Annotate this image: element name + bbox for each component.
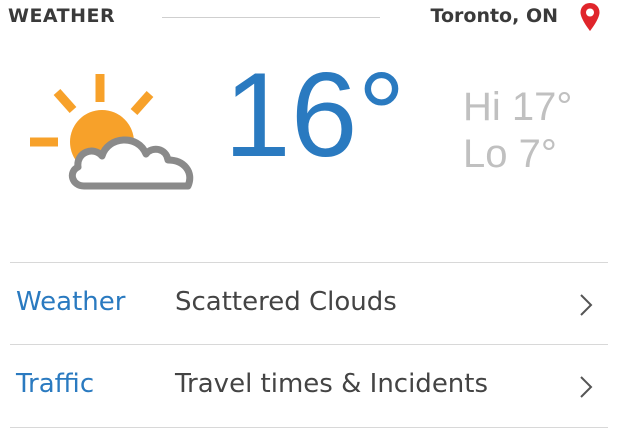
map-pin-icon[interactable] <box>579 2 601 32</box>
weather-row[interactable]: Weather Scattered Clouds <box>10 262 608 345</box>
chevron-right-icon[interactable] <box>578 375 594 399</box>
chevron-right-icon[interactable] <box>578 293 594 317</box>
weather-row-label: Weather <box>16 287 126 317</box>
header-divider <box>162 17 380 18</box>
low-temperature: Lo 7° <box>463 132 557 176</box>
traffic-row-label: Traffic <box>16 369 95 399</box>
section-title: WEATHER <box>8 5 116 27</box>
traffic-row-value: Travel times & Incidents <box>175 369 489 399</box>
current-temperature: 16° <box>224 48 406 182</box>
traffic-row[interactable]: Traffic Travel times & Incidents <box>10 344 608 428</box>
high-temperature: Hi 17° <box>463 85 573 129</box>
location-label[interactable]: Toronto, ON <box>431 5 558 27</box>
weather-row-value: Scattered Clouds <box>175 287 397 317</box>
partly-cloudy-icon <box>30 74 194 190</box>
weather-header: WEATHER Toronto, ON <box>0 0 628 36</box>
